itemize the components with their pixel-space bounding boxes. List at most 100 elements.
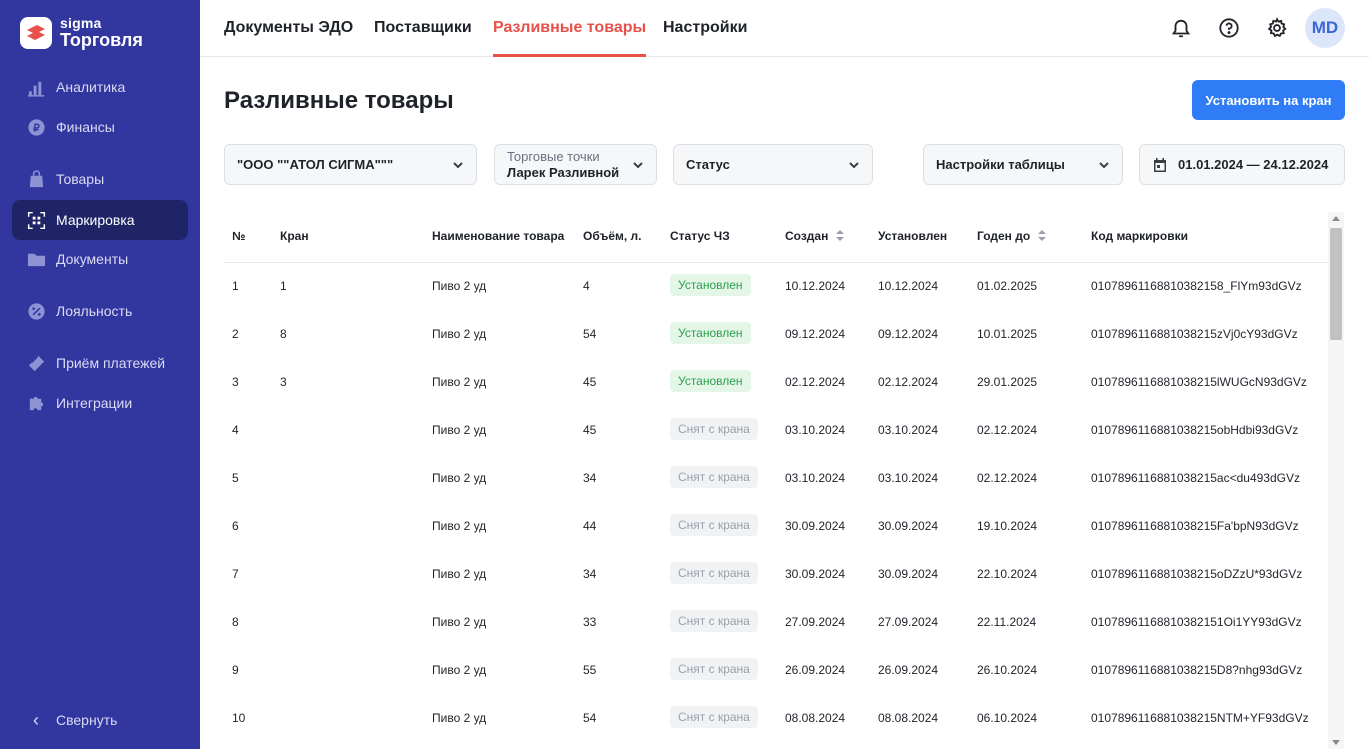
cell-installed: 26.09.2024 [878, 663, 939, 677]
tab-settings[interactable]: Настройки [663, 0, 747, 57]
sidebar-item-label: Интеграции [56, 395, 133, 411]
column-header-expires[interactable]: Годен до [977, 229, 1047, 243]
sidebar-item-label: Аналитика [56, 79, 126, 95]
sidebar-item-goods[interactable]: Товары [12, 159, 188, 199]
sort-icon [1038, 230, 1047, 242]
column-header-created-label: Создан [785, 229, 829, 243]
column-header-number: № [232, 229, 246, 243]
chevron-down-icon [1096, 157, 1112, 173]
sidebar-item-label: Документы [56, 251, 129, 267]
table-row[interactable]: 9 Пиво 2 уд 55 Снят с крана 26.09.2024 26.09.… [224, 646, 1328, 694]
cell-number: 9 [232, 663, 239, 677]
status-badge: Снят с крана [670, 706, 758, 728]
cell-product-name: Пиво 2 уд [432, 423, 487, 437]
tab-suppliers[interactable]: Поставщики [374, 0, 472, 57]
cell-marking-code: 0107896116881038215D8?nhg93dGVz [1091, 663, 1303, 677]
status-badge: Установлен [670, 370, 751, 392]
sidebar-item-label: Финансы [56, 119, 115, 135]
top-navigation: Документы ЭДО Поставщики Разливные товар… [200, 0, 1369, 57]
help-icon[interactable] [1217, 16, 1241, 40]
column-header-volume: Объём, л. [583, 229, 642, 243]
sidebar-item-finance[interactable]: ₽ Финансы [12, 107, 188, 147]
brand-logo[interactable]: sigma Торговля [20, 16, 143, 49]
sidebar-item-loyalty[interactable]: Лояльность [12, 291, 188, 331]
cell-number: 7 [232, 567, 239, 581]
table-row[interactable]: 3 3 Пиво 2 уд 45 Установлен 02.12.2024 02.12.2… [224, 358, 1328, 406]
sort-icon [836, 230, 845, 242]
table-row[interactable]: 4 Пиво 2 уд 45 Снят с крана 03.10.2024 03.10.… [224, 406, 1328, 454]
cell-tap: 8 [280, 327, 287, 341]
cell-expires: 06.10.2024 [977, 711, 1038, 725]
scroll-thumb[interactable] [1330, 228, 1342, 340]
table-row[interactable]: 8 Пиво 2 уд 33 Снят с крана 27.09.2024 27.09.… [224, 598, 1328, 646]
cell-created: 10.12.2024 [785, 279, 846, 293]
table-row[interactable]: 1 1 Пиво 2 уд 4 Установлен 10.12.2024 10.12.20… [224, 262, 1328, 310]
cell-tap: 1 [280, 279, 287, 293]
table-row[interactable]: 2 8 Пиво 2 уд 54 Установлен 09.12.2024 09.12.2… [224, 310, 1328, 358]
collapse-sidebar-button[interactable]: ‹ Свернуть [12, 700, 188, 740]
ruble-coin-icon: ₽ [26, 117, 46, 137]
cell-volume: 54 [583, 327, 597, 341]
scroll-up-arrow-icon[interactable] [1332, 216, 1340, 221]
bell-icon[interactable] [1169, 16, 1193, 40]
gear-icon[interactable] [1265, 16, 1289, 40]
puzzle-icon [26, 393, 46, 413]
table-row[interactable]: 5 Пиво 2 уд 34 Снят с крана 03.10.2024 03.10.… [224, 454, 1328, 502]
trade-points-select[interactable]: Торговые точки Ларек Разливной [494, 144, 657, 185]
cell-number: 2 [232, 327, 239, 341]
cell-product-name: Пиво 2 уд [432, 711, 487, 725]
user-avatar[interactable]: MD [1305, 8, 1345, 48]
cell-expires: 26.10.2024 [977, 663, 1038, 677]
table-row[interactable]: 10 Пиво 2 уд 54 Снят с крана 08.08.2024 08.08… [224, 694, 1328, 742]
chevron-left-icon: ‹ [33, 709, 39, 730]
install-on-tap-button[interactable]: Установить на кран [1192, 80, 1345, 120]
cell-created: 08.08.2024 [785, 711, 846, 725]
cell-marking-code: 0107896116881038215obHdbi93dGVz [1091, 423, 1299, 437]
date-range-picker[interactable]: 01.01.2024 — 24.12.2024 [1139, 144, 1345, 185]
cell-marking-code: 0107896116881038215Fa'bpN93dGVz [1091, 519, 1299, 533]
table-row[interactable]: 7 Пиво 2 уд 34 Снят с крана 30.09.2024 30.09.… [224, 550, 1328, 598]
cell-marking-code: 01078961168810382151Oi1YY93dGVz [1091, 615, 1302, 629]
sidebar-item-marking[interactable]: Маркировка [12, 200, 188, 240]
cell-product-name: Пиво 2 уд [432, 279, 487, 293]
organization-select[interactable]: "ООО ""АТОЛ СИГМА""" [224, 144, 477, 185]
cell-expires: 10.01.2025 [977, 327, 1038, 341]
cell-number: 5 [232, 471, 239, 485]
draught-goods-table: № Кран Наименование товара Объём, л. Ста… [224, 212, 1328, 749]
status-select[interactable]: Статус [673, 144, 873, 185]
table-row[interactable]: 6 Пиво 2 уд 44 Снят с крана 30.09.2024 30.09.… [224, 502, 1328, 550]
sidebar-item-documents[interactable]: Документы [12, 239, 188, 279]
column-header-created[interactable]: Создан [785, 229, 845, 243]
trade-points-label: Торговые точки [507, 148, 600, 164]
cell-marking-code: 0107896116881038215zVj0cY93dGVz [1091, 327, 1298, 341]
table-settings-select[interactable]: Настройки таблицы [923, 144, 1123, 185]
cell-expires: 01.02.2025 [977, 279, 1038, 293]
cell-volume: 55 [583, 663, 597, 677]
sidebar-item-label: Приём платежей [56, 355, 166, 371]
column-header-marking-code: Код маркировки [1091, 229, 1188, 243]
calendar-icon [1152, 157, 1168, 173]
cell-expires: 19.10.2024 [977, 519, 1038, 533]
column-header-installed: Установлен [878, 229, 948, 243]
status-badge: Снят с крана [670, 658, 758, 680]
tab-edo-documents[interactable]: Документы ЭДО [224, 0, 353, 57]
cell-product-name: Пиво 2 уд [432, 615, 487, 629]
status-badge: Установлен [670, 322, 751, 344]
table-settings-label: Настройки таблицы [936, 157, 1065, 172]
cell-expires: 02.12.2024 [977, 471, 1038, 485]
cell-installed: 09.12.2024 [878, 327, 939, 341]
table-scrollbar[interactable] [1328, 212, 1344, 749]
cell-created: 03.10.2024 [785, 471, 846, 485]
scroll-down-arrow-icon[interactable] [1332, 740, 1340, 745]
status-badge: Снят с крана [670, 418, 758, 440]
cell-volume: 54 [583, 711, 597, 725]
sidebar-item-analytics[interactable]: Аналитика [12, 67, 188, 107]
cell-volume: 34 [583, 471, 597, 485]
sidebar-item-integrations[interactable]: Интеграции [12, 383, 188, 423]
status-badge: Снят с крана [670, 610, 758, 632]
tab-draught-goods[interactable]: Разливные товары [493, 0, 647, 57]
sidebar-item-payments[interactable]: Приём платежей [12, 343, 188, 383]
cell-expires: 29.01.2025 [977, 375, 1038, 389]
cell-installed: 08.08.2024 [878, 711, 939, 725]
date-range-value: 01.01.2024 — 24.12.2024 [1178, 157, 1329, 172]
